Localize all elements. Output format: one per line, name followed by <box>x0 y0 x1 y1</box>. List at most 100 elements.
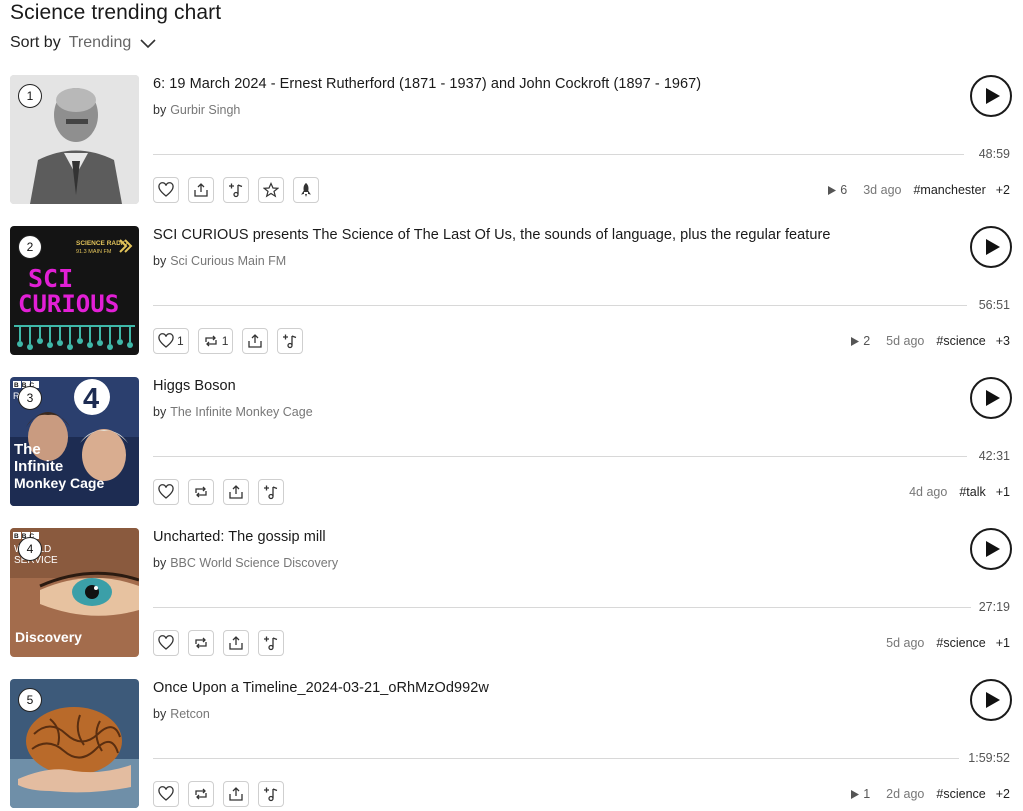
tag-link[interactable]: #science <box>936 787 985 801</box>
star-icon <box>263 182 279 198</box>
share-button[interactable] <box>223 630 249 656</box>
track-author[interactable]: Gurbir Singh <box>170 103 240 117</box>
time-ago: 5d ago <box>886 334 925 348</box>
rocket-icon <box>301 183 311 197</box>
more-tags[interactable]: +2 <box>996 183 1010 197</box>
tag-link[interactable]: #manchester <box>913 183 985 197</box>
chevron-down-icon[interactable] <box>139 34 157 52</box>
progress-bar[interactable] <box>153 758 959 759</box>
add-to-playlist-button[interactable] <box>258 630 284 656</box>
track-title[interactable]: 6: 19 March 2024 - Ernest Rutherford (18… <box>153 76 701 92</box>
track-duration: 1:59:52 <box>968 751 1010 765</box>
time-ago: 5d ago <box>886 636 925 650</box>
progress-bar[interactable] <box>153 456 967 457</box>
progress-bar[interactable] <box>153 154 964 155</box>
repost-button[interactable] <box>188 479 214 505</box>
track-duration: 27:19 <box>978 600 1010 614</box>
track-author[interactable]: The Infinite Monkey Cage <box>170 405 312 419</box>
repost-icon <box>195 788 207 800</box>
play-button[interactable] <box>970 377 1012 419</box>
add-to-playlist-icon <box>229 183 243 198</box>
track-author-line: by The Infinite Monkey Cage <box>153 405 313 419</box>
share-icon <box>229 787 243 801</box>
sort-dropdown[interactable]: Sort by Trending <box>10 34 157 52</box>
track-artwork[interactable]: BBC WORLD SERVICE Discovery 4 <box>10 528 139 657</box>
like-button[interactable] <box>153 781 179 807</box>
track-title[interactable]: SCI CURIOUS presents The Science of The … <box>153 227 830 243</box>
share-button[interactable] <box>223 479 249 505</box>
track-row: SCIENCE RADIO 91.3 MAIN FM SCI CURIOUS 2… <box>10 226 1014 356</box>
add-to-playlist-icon <box>264 485 278 500</box>
heart-icon <box>158 484 174 499</box>
track-author-line: by Sci Curious Main FM <box>153 254 286 268</box>
art-line-1: The <box>14 441 41 458</box>
add-to-playlist-button[interactable] <box>258 479 284 505</box>
rank-badge: 2 <box>18 235 42 259</box>
track-artwork[interactable]: 1 <box>10 75 139 204</box>
track-actions <box>153 177 319 203</box>
add-to-playlist-button[interactable] <box>258 781 284 807</box>
track-artwork[interactable]: 5 <box>10 679 139 808</box>
repost-count: 1 <box>221 334 229 348</box>
boost-button[interactable] <box>293 177 319 203</box>
more-tags[interactable]: +1 <box>996 485 1010 499</box>
play-button[interactable] <box>970 75 1012 117</box>
track-author[interactable]: Retcon <box>170 707 210 721</box>
more-tags[interactable]: +1 <box>996 636 1010 650</box>
share-button[interactable] <box>188 177 214 203</box>
repost-icon <box>205 335 217 347</box>
sort-value[interactable]: Trending <box>69 34 132 52</box>
favorite-button[interactable] <box>258 177 284 203</box>
art-freq-text: 91.3 MAIN FM <box>76 249 112 255</box>
like-button[interactable] <box>153 177 179 203</box>
add-to-playlist-button[interactable] <box>223 177 249 203</box>
play-button[interactable] <box>970 226 1012 268</box>
by-label: by <box>153 254 167 268</box>
progress-bar[interactable] <box>153 607 971 608</box>
repost-button[interactable]: 1 <box>197 328 234 354</box>
art-station-number: 4 <box>83 383 99 415</box>
track-title[interactable]: Higgs Boson <box>153 378 236 394</box>
tag-link[interactable]: #talk <box>959 485 985 499</box>
progress-bar[interactable] <box>153 305 967 306</box>
play-count-value: 1 <box>863 787 871 801</box>
track-author[interactable]: Sci Curious Main FM <box>170 254 286 268</box>
play-button[interactable] <box>970 528 1012 570</box>
track-title[interactable]: Uncharted: The gossip mill <box>153 529 326 545</box>
play-icon <box>985 541 1000 557</box>
play-button[interactable] <box>970 679 1012 721</box>
add-to-playlist-icon <box>264 787 278 802</box>
play-count: 2 <box>851 334 870 348</box>
share-button[interactable] <box>242 328 269 354</box>
like-button[interactable]: 1 <box>153 328 189 354</box>
add-to-playlist-icon <box>283 334 297 349</box>
track-artwork[interactable]: 4 BBC RADIO The Infinite Monkey Cage 3 <box>10 377 139 506</box>
track-title[interactable]: Once Upon a Timeline_2024-03-21_oRhMzOd9… <box>153 680 489 696</box>
heart-icon <box>158 786 174 801</box>
add-to-playlist-button[interactable] <box>277 328 304 354</box>
time-ago: 4d ago <box>909 485 948 499</box>
share-icon <box>248 334 263 348</box>
share-button[interactable] <box>223 781 249 807</box>
more-tags[interactable]: +2 <box>996 787 1010 801</box>
track-artwork[interactable]: SCIENCE RADIO 91.3 MAIN FM SCI CURIOUS 2 <box>10 226 139 355</box>
like-button[interactable] <box>153 630 179 656</box>
share-icon <box>229 636 243 650</box>
track-author[interactable]: BBC World Science Discovery <box>170 556 338 570</box>
tag-link[interactable]: #science <box>936 334 985 348</box>
tag-link[interactable]: #science <box>936 636 985 650</box>
repost-button[interactable] <box>188 630 214 656</box>
repost-button[interactable] <box>188 781 214 807</box>
page-title: Science trending chart <box>10 1 222 24</box>
track-actions <box>153 479 284 505</box>
track-row: 1 6: 19 March 2024 - Ernest Rutherford (… <box>10 75 1014 205</box>
track-row: BBC WORLD SERVICE Discovery 4 Uncharted:… <box>10 528 1014 658</box>
like-button[interactable] <box>153 479 179 505</box>
heart-icon <box>158 182 174 197</box>
more-tags[interactable]: +3 <box>996 334 1010 348</box>
play-icon <box>985 239 1000 255</box>
track-actions: 1 1 <box>153 328 304 354</box>
track-meta: 5d ago #science +1 <box>886 636 1010 650</box>
track-meta: 1 2d ago #science +2 <box>851 787 1010 801</box>
by-label: by <box>153 405 167 419</box>
